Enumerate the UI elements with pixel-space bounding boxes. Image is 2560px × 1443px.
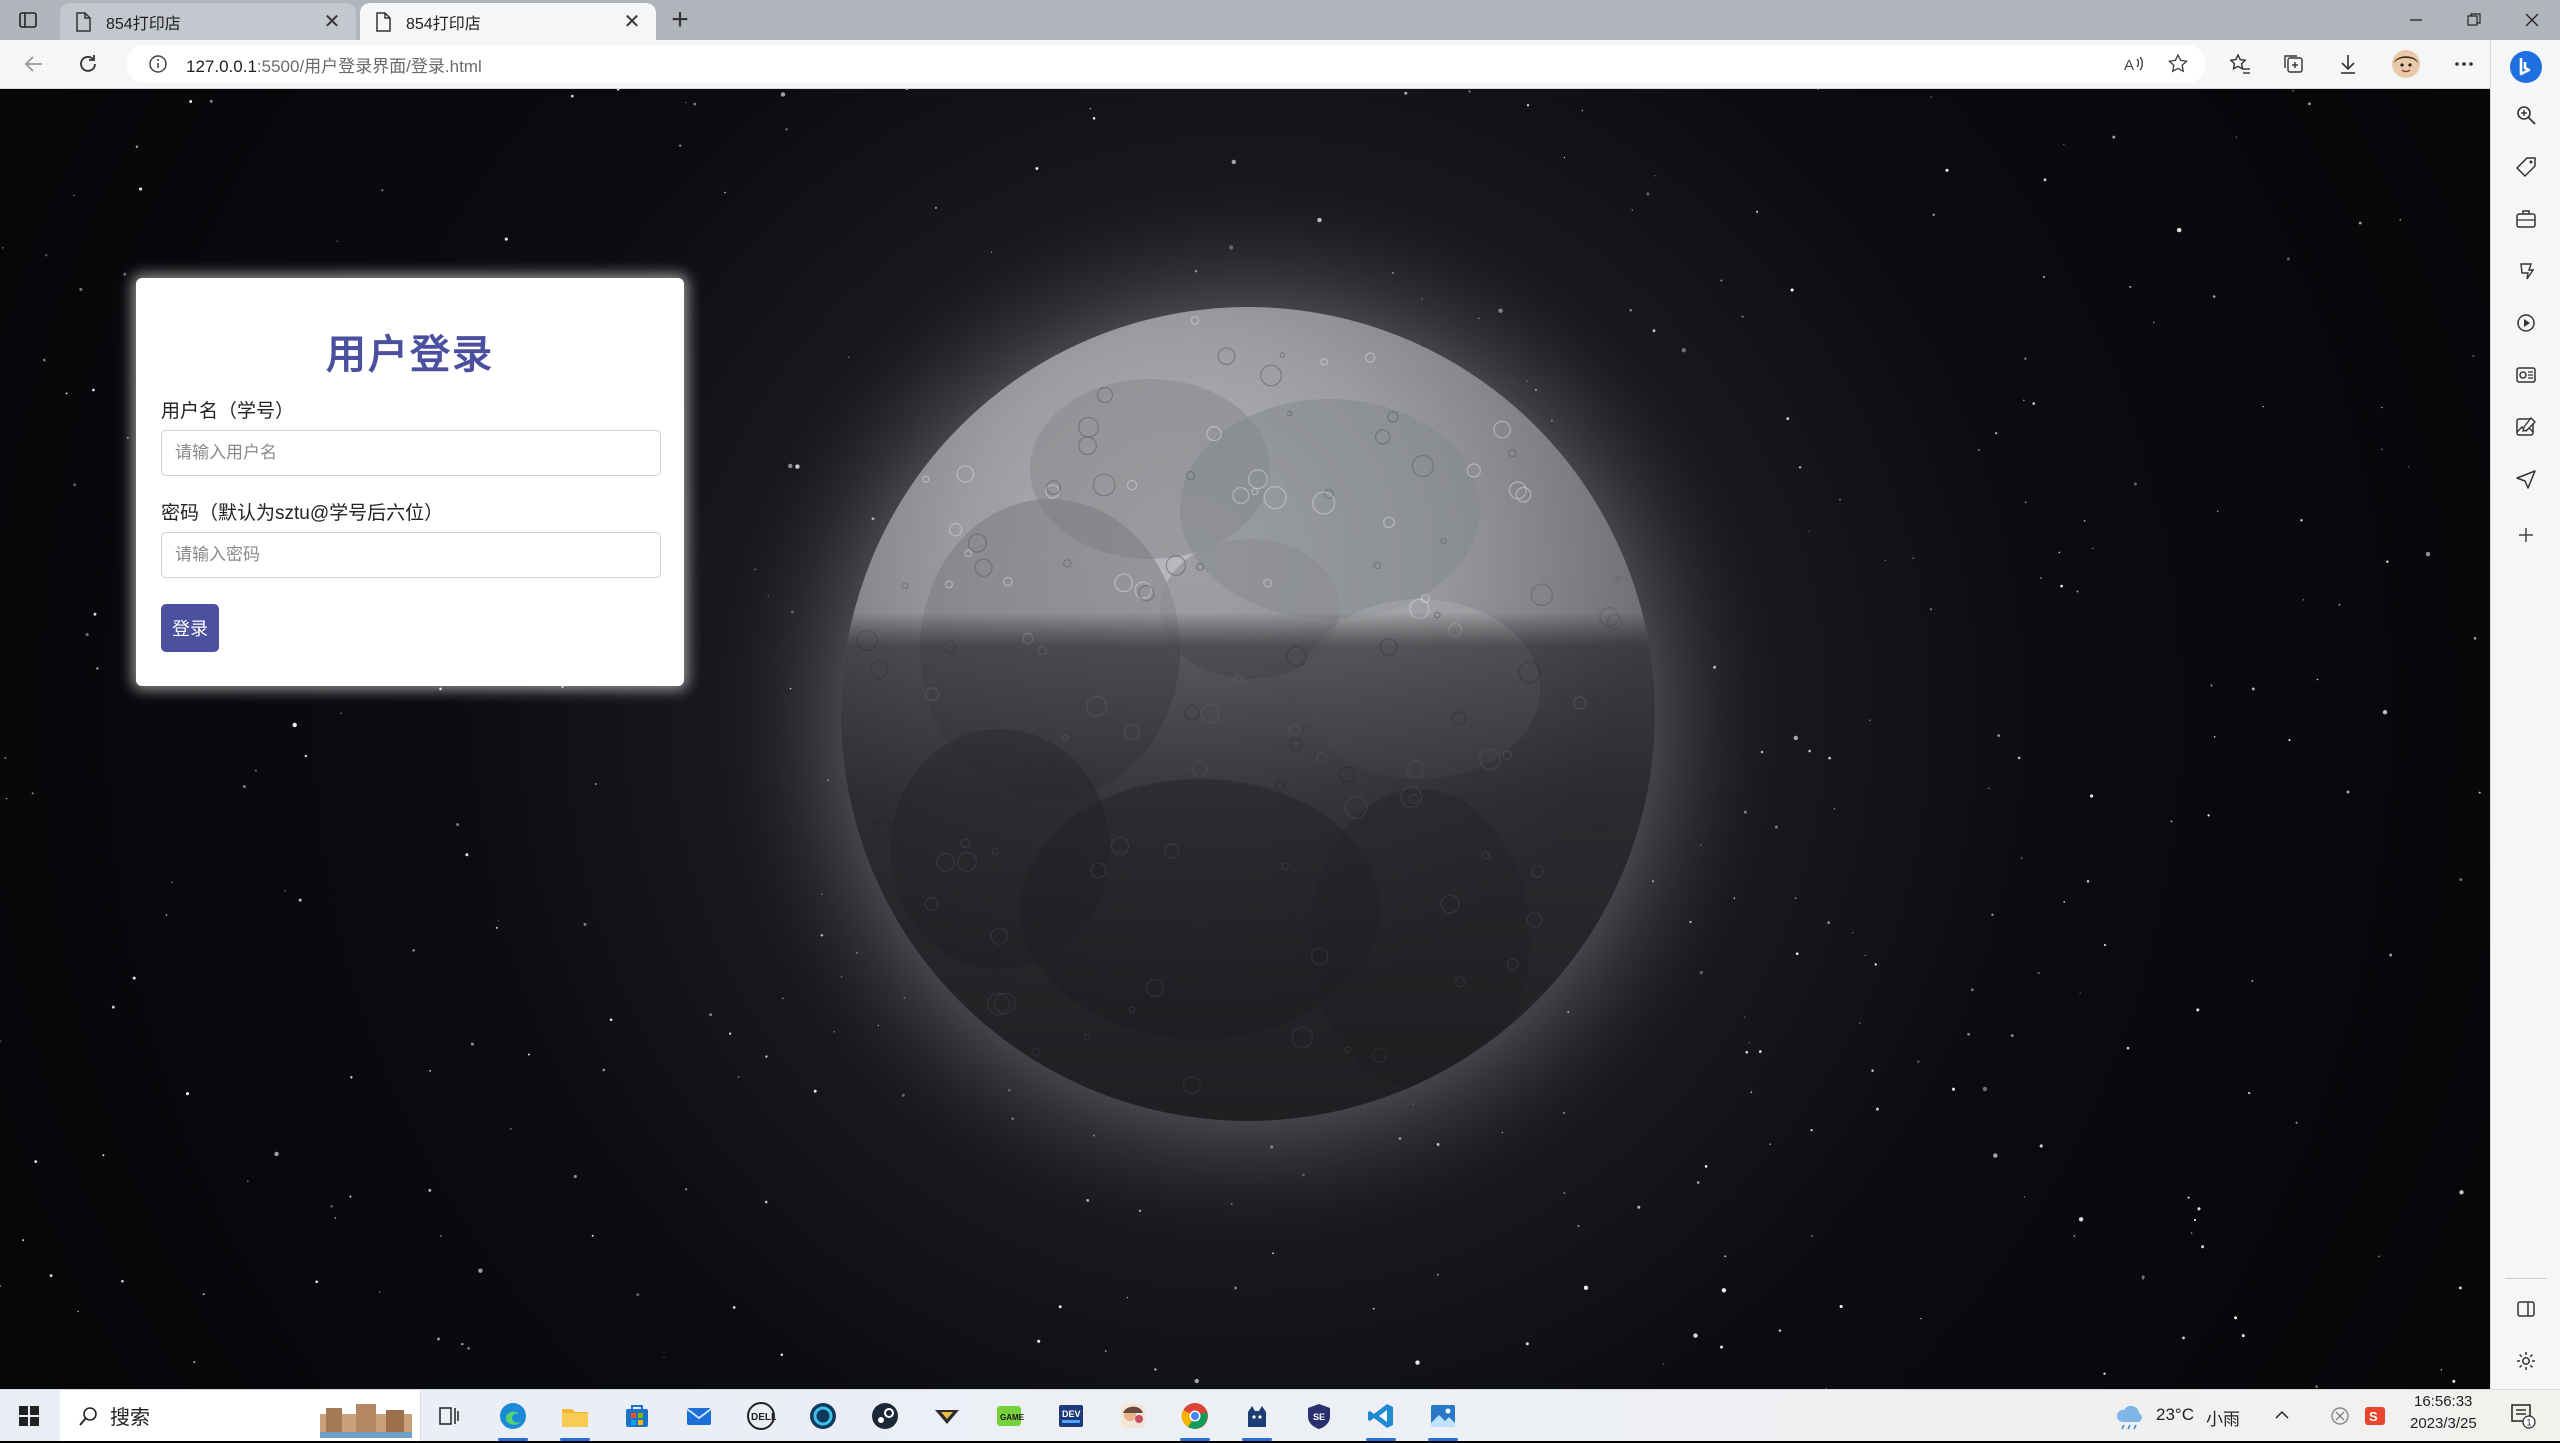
image-creator-icon[interactable] — [2513, 414, 2539, 440]
outlook-icon[interactable] — [2513, 362, 2539, 388]
search-zoom-icon[interactable] — [2513, 102, 2539, 128]
steam-icon[interactable] — [866, 1397, 904, 1435]
new-tab-button[interactable]: + — [664, 3, 696, 36]
page-viewport: 用户登录 用户名（学号） 密码（默认为sztu@学号后六位） 登录 — [0, 89, 2490, 1389]
notification-center-icon[interactable]: 1 — [2510, 1403, 2536, 1434]
taskbar-search[interactable]: 搜索 — [60, 1390, 421, 1441]
send-drop-icon[interactable] — [2513, 466, 2539, 492]
svg-text:A: A — [2124, 57, 2134, 74]
microsoft-store-icon[interactable] — [618, 1397, 656, 1435]
photos-icon[interactable] — [1424, 1397, 1462, 1441]
more-options-icon[interactable] — [2448, 48, 2480, 80]
games-icon[interactable] — [2513, 258, 2539, 284]
url-text: 127.0.0.1:5500/用户登录界面/登录.html — [186, 52, 482, 77]
tab-actions-icon[interactable] — [18, 10, 38, 30]
favorites-icon[interactable] — [2224, 48, 2256, 80]
file-explorer-icon[interactable] — [556, 1397, 594, 1441]
cat-app-icon[interactable] — [1238, 1397, 1276, 1441]
svg-text:S: S — [2369, 1409, 2378, 1424]
mail-icon[interactable] — [680, 1397, 718, 1435]
username-input[interactable] — [161, 430, 661, 476]
dell-icon[interactable]: DELL — [742, 1397, 780, 1435]
login-button[interactable]: 登录 — [161, 604, 219, 652]
svg-text:1: 1 — [2527, 1418, 2532, 1428]
chrome-icon[interactable] — [1176, 1397, 1214, 1441]
add-sidebar-app-icon[interactable] — [2513, 522, 2539, 548]
hide-sidebar-icon[interactable] — [2513, 1296, 2539, 1322]
login-card: 用户登录 用户名（学号） 密码（默认为sztu@学号后六位） 登录 — [136, 278, 684, 686]
bing-copilot-icon[interactable] — [2509, 50, 2543, 84]
tab-active[interactable]: 854打印店 ✕ — [360, 3, 656, 40]
password-label: 密码（默认为sztu@学号后六位） — [161, 503, 444, 524]
site-info-icon[interactable] — [148, 54, 168, 74]
page-icon — [374, 11, 392, 32]
shopping-tag-icon[interactable] — [2513, 154, 2539, 180]
geforce-app-icon[interactable]: GAME — [990, 1397, 1028, 1435]
close-tab-icon[interactable]: ✕ — [618, 8, 646, 36]
weather-temperature: 23°C — [2156, 1405, 2194, 1424]
settings-gear-icon[interactable] — [2513, 1348, 2539, 1374]
start-button[interactable] — [10, 1397, 48, 1435]
search-placeholder: 搜索 — [110, 1407, 150, 1429]
url-host: 127.0.0.1 — [186, 56, 257, 76]
restore-button[interactable] — [2446, 0, 2502, 40]
weather-icon — [2114, 1402, 2146, 1435]
edge-sidebar — [2490, 40, 2560, 1389]
microsoft-365-icon[interactable] — [2513, 310, 2539, 336]
tools-briefcase-icon[interactable] — [2513, 206, 2539, 232]
minimize-button[interactable] — [2388, 0, 2444, 40]
tab-bar: 854打印店 ✕ 854打印店 ✕ + — [0, 0, 2560, 40]
add-favorite-icon[interactable] — [2166, 52, 2190, 76]
svg-text:DEV: DEV — [1062, 1409, 1081, 1419]
username-label: 用户名（学号） — [161, 401, 295, 422]
page-icon — [74, 11, 92, 32]
read-aloud-icon[interactable]: A — [2122, 52, 2146, 76]
url-path: :5500/用户登录界面/登录.html — [256, 56, 482, 76]
search-highlight-illustration — [316, 1400, 416, 1438]
shield-app-icon[interactable]: SE — [1300, 1397, 1338, 1435]
dev-app-icon[interactable]: DEV — [1052, 1397, 1090, 1435]
back-icon[interactable] — [18, 48, 50, 80]
vscode-icon[interactable] — [1362, 1397, 1400, 1441]
svg-text:GAME: GAME — [1000, 1413, 1024, 1422]
clock-time: 16:56:33 — [2414, 1393, 2473, 1410]
app-tray-icon[interactable] — [2330, 1406, 2350, 1431]
login-title: 用户登录 — [326, 333, 494, 377]
tab-title: 854打印店 — [106, 15, 181, 33]
password-input[interactable] — [161, 532, 661, 578]
downloads-icon[interactable] — [2332, 48, 2364, 80]
svg-text:SE: SE — [1313, 1412, 1325, 1422]
clock-date: 2023/3/25 — [2410, 1415, 2477, 1432]
search-icon — [78, 1405, 100, 1427]
weather-description: 小雨 — [2206, 1410, 2240, 1429]
collections-icon[interactable] — [2278, 48, 2310, 80]
profile-avatar-icon[interactable] — [2390, 48, 2422, 80]
show-hidden-icons-icon[interactable] — [2272, 1405, 2292, 1430]
tab-inactive[interactable]: 854打印店 ✕ — [60, 3, 356, 40]
sidebar-divider — [2505, 1278, 2547, 1279]
svg-text:DELL: DELL — [751, 1412, 776, 1423]
task-view-icon[interactable] — [430, 1397, 468, 1435]
edge-taskbar-icon[interactable] — [494, 1397, 532, 1441]
app-circle-icon[interactable] — [804, 1397, 842, 1435]
close-tab-icon[interactable]: ✕ — [318, 8, 346, 36]
windows-taskbar: 搜索 DELL GAME DEV SE 23°C 小雨 S 16:56:33 2… — [0, 1389, 2560, 1441]
tab-title: 854打印店 — [406, 15, 481, 33]
address-bar[interactable]: 127.0.0.1:5500/用户登录界面/登录.html A — [126, 45, 2206, 83]
anime-game-icon[interactable] — [1114, 1397, 1152, 1435]
input-method-icon[interactable]: S — [2364, 1405, 2386, 1432]
refresh-icon[interactable] — [72, 48, 104, 80]
game-launcher-icon[interactable] — [928, 1397, 966, 1435]
close-window-button[interactable] — [2504, 0, 2560, 40]
browser-toolbar: 127.0.0.1:5500/用户登录界面/登录.html A — [0, 40, 2560, 89]
